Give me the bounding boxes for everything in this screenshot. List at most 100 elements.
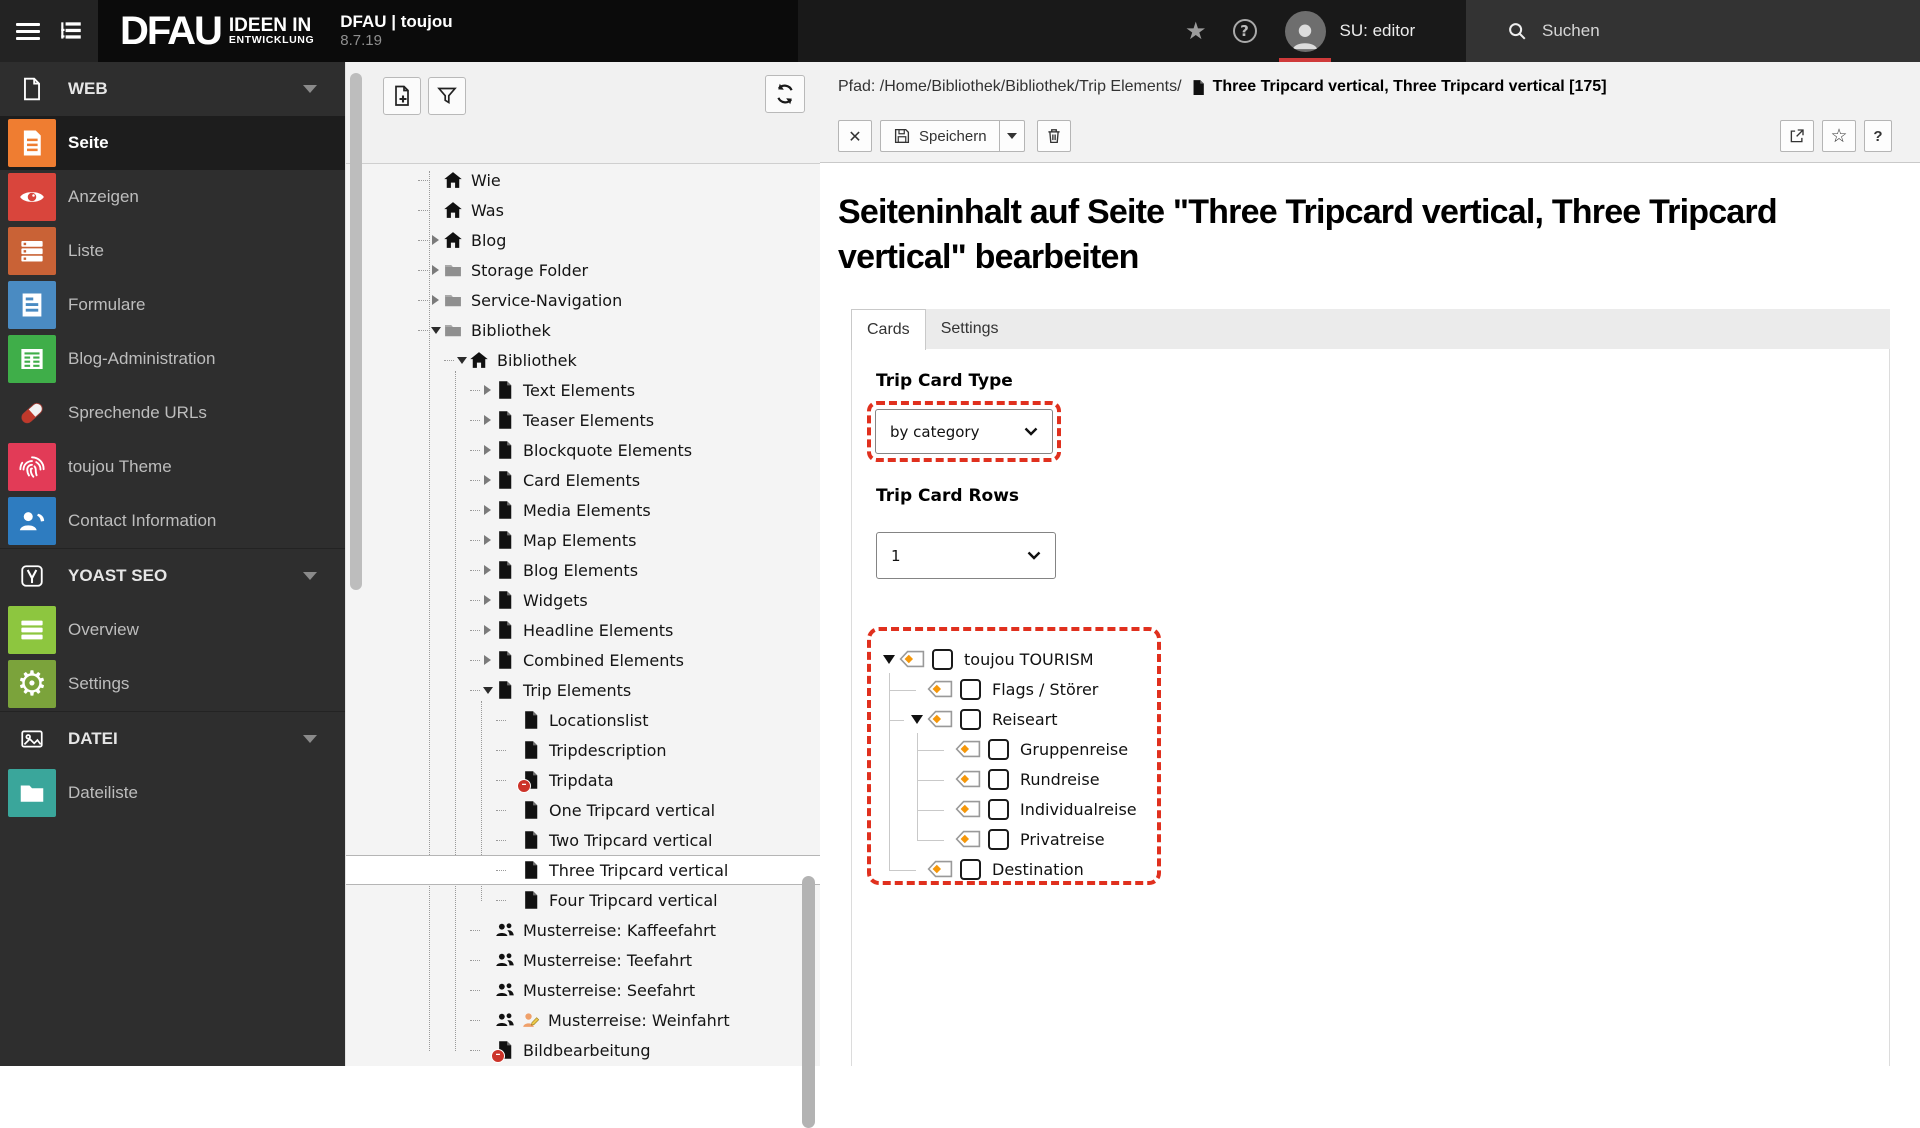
user-menu[interactable]: SU: editor xyxy=(1285,0,1416,62)
tree-item-one-tripcard-vertical[interactable]: One Tripcard vertical xyxy=(346,795,820,825)
trip-card-rows-select[interactable]: 1 xyxy=(876,532,1056,579)
chevron-collapsed-icon[interactable] xyxy=(481,384,494,397)
tree-item-card-elements[interactable]: Card Elements xyxy=(346,465,820,495)
sidebar-item-overview[interactable]: Overview xyxy=(0,603,345,657)
bookmark-button[interactable]: ☆ xyxy=(1822,120,1856,152)
tree-item-headline-elements[interactable]: Headline Elements xyxy=(346,615,820,645)
tree-arrow-spacer xyxy=(507,834,520,847)
category-checkbox-toujou-tourism[interactable] xyxy=(932,649,953,670)
tree-connector xyxy=(496,780,506,781)
tree-item-trip-elements[interactable]: Trip Elements xyxy=(346,675,820,705)
tree-item-service-navigation[interactable]: Service-Navigation xyxy=(346,285,820,315)
chevron-collapsed-icon[interactable] xyxy=(481,534,494,547)
tree-item-four-tripcard-vertical[interactable]: Four Tripcard vertical xyxy=(346,885,820,915)
tree-item-label: Teaser Elements xyxy=(523,411,654,430)
chevron-collapsed-icon[interactable] xyxy=(481,594,494,607)
tree-item-media-elements[interactable]: Media Elements xyxy=(346,495,820,525)
sidebar-item-formulare[interactable]: Formulare xyxy=(0,278,345,332)
tree-item-bibliothek[interactable]: Bibliothek xyxy=(346,315,820,345)
tree-item-text-elements[interactable]: Text Elements xyxy=(346,375,820,405)
chevron-collapsed-icon[interactable] xyxy=(481,654,494,667)
tree-scrollbar[interactable] xyxy=(802,876,815,1128)
chevron-collapsed-icon[interactable] xyxy=(481,564,494,577)
tree-item-blog-elements[interactable]: Blog Elements xyxy=(346,555,820,585)
tree-toggle-icon[interactable] xyxy=(54,14,88,48)
tree-item-wie[interactable]: Wie xyxy=(346,165,820,195)
chevron-collapsed-icon[interactable] xyxy=(429,264,442,277)
refresh-button[interactable] xyxy=(765,75,805,113)
sidebar-item-dateiliste[interactable]: Dateiliste xyxy=(0,766,345,820)
bookmark-star-icon[interactable]: ★ xyxy=(1185,17,1207,45)
active-user-underline xyxy=(1279,58,1331,62)
chevron-expanded-icon[interactable] xyxy=(883,652,899,666)
chevron-collapsed-icon[interactable] xyxy=(481,624,494,637)
sidebar-item-liste[interactable]: Liste xyxy=(0,224,345,278)
category-checkbox-rundreise[interactable] xyxy=(988,769,1009,790)
tree-item-was[interactable]: Was xyxy=(346,195,820,225)
sidebar-section-header-web[interactable]: WEB xyxy=(0,62,345,116)
tree-item-musterreise-teefahrt[interactable]: Musterreise: Teefahrt xyxy=(346,945,820,975)
tree-item-musterreise-seefahrt[interactable]: Musterreise: Seefahrt xyxy=(346,975,820,1005)
tree-item-map-elements[interactable]: Map Elements xyxy=(346,525,820,555)
category-checkbox-flags-st-rer[interactable] xyxy=(960,679,981,700)
doc-help-button[interactable]: ? xyxy=(1864,120,1892,152)
tree-item-locationslist[interactable]: Locationslist xyxy=(346,705,820,735)
tree-item-three-tripcard-vertical[interactable]: Three Tripcard vertical xyxy=(346,855,820,885)
category-checkbox-individualreise[interactable] xyxy=(988,799,1009,820)
chevron-expanded-icon[interactable] xyxy=(911,712,927,726)
tab-cards[interactable]: Cards xyxy=(851,309,926,350)
tree-item-bibliothek[interactable]: Bibliothek xyxy=(346,345,820,375)
new-page-button[interactable] xyxy=(383,77,421,115)
chevron-collapsed-icon[interactable] xyxy=(481,504,494,517)
tree-item-musterreise-kaffeefahrt[interactable]: Musterreise: Kaffeefahrt xyxy=(346,915,820,945)
chevron-collapsed-icon[interactable] xyxy=(481,474,494,487)
menu-scrollbar[interactable] xyxy=(350,73,362,590)
sidebar-item-contact-information[interactable]: Contact Information xyxy=(0,494,345,548)
sidebar-section-header-datei[interactable]: DATEI xyxy=(0,712,345,766)
delete-button[interactable] xyxy=(1037,120,1071,152)
save-button[interactable]: Speichern xyxy=(880,120,999,152)
sidebar-item-sprechende-urls[interactable]: Sprechende URLs xyxy=(0,386,345,440)
help-icon[interactable]: ? xyxy=(1233,19,1257,43)
tree-item-blockquote-elements[interactable]: Blockquote Elements xyxy=(346,435,820,465)
tree-item-combined-elements[interactable]: Combined Elements xyxy=(346,645,820,675)
category-checkbox-reiseart[interactable] xyxy=(960,709,981,730)
close-button[interactable]: ✕ xyxy=(838,120,872,152)
sidebar-item-toujou-theme[interactable]: toujou Theme xyxy=(0,440,345,494)
chevron-expanded-icon[interactable] xyxy=(429,324,442,337)
category-checkbox-privatreise[interactable] xyxy=(988,829,1009,850)
chevron-expanded-icon[interactable] xyxy=(455,354,468,367)
chevron-expanded-icon[interactable] xyxy=(481,684,494,697)
tree-item-bildbearbeitung[interactable]: –Bildbearbeitung xyxy=(346,1035,820,1065)
tree-item-musterreise-weinfahrt[interactable]: Musterreise: Weinfahrt xyxy=(346,1005,820,1035)
tree-item-blog[interactable]: Blog xyxy=(346,225,820,255)
category-checkbox-gruppenreise[interactable] xyxy=(988,739,1009,760)
trip-card-type-select[interactable]: by category xyxy=(875,409,1053,454)
search-input[interactable]: Suchen xyxy=(1466,0,1920,62)
tree-item-tripdata[interactable]: –Tripdata xyxy=(346,765,820,795)
sidebar-item-settings[interactable]: ⚙Settings xyxy=(0,657,345,711)
sidebar-item-seite[interactable]: Seite xyxy=(0,116,345,170)
category-checkbox-destination[interactable] xyxy=(960,859,981,880)
hamburger-icon[interactable] xyxy=(11,14,45,48)
hidden-badge-icon: – xyxy=(517,779,531,793)
tree-item-tripdescription[interactable]: Tripdescription xyxy=(346,735,820,765)
tab-settings[interactable]: Settings xyxy=(926,309,1014,349)
category-tag-icon xyxy=(955,800,981,818)
chevron-collapsed-icon[interactable] xyxy=(429,234,442,247)
sidebar-item-anzeigen[interactable]: Anzeigen xyxy=(0,170,345,224)
tree-item-two-tripcard-vertical[interactable]: Two Tripcard vertical xyxy=(346,825,820,855)
tree-item-teaser-elements[interactable]: Teaser Elements xyxy=(346,405,820,435)
tree-item-storage-folder[interactable]: Storage Folder xyxy=(346,255,820,285)
chevron-collapsed-icon[interactable] xyxy=(429,294,442,307)
sidebar-section-header-yoast-seo[interactable]: YOAST SEO xyxy=(0,549,345,603)
sidebar-item-label: Blog-Administration xyxy=(68,349,215,369)
save-options-button[interactable] xyxy=(999,120,1025,152)
sidebar-item-blog-administration[interactable]: Blog-Administration xyxy=(0,332,345,386)
tree-item-label: Widgets xyxy=(523,591,588,610)
open-in-new-window-button[interactable] xyxy=(1780,120,1814,152)
chevron-collapsed-icon[interactable] xyxy=(481,444,494,457)
tree-item-widgets[interactable]: Widgets xyxy=(346,585,820,615)
filter-button[interactable] xyxy=(428,77,466,115)
chevron-collapsed-icon[interactable] xyxy=(481,414,494,427)
